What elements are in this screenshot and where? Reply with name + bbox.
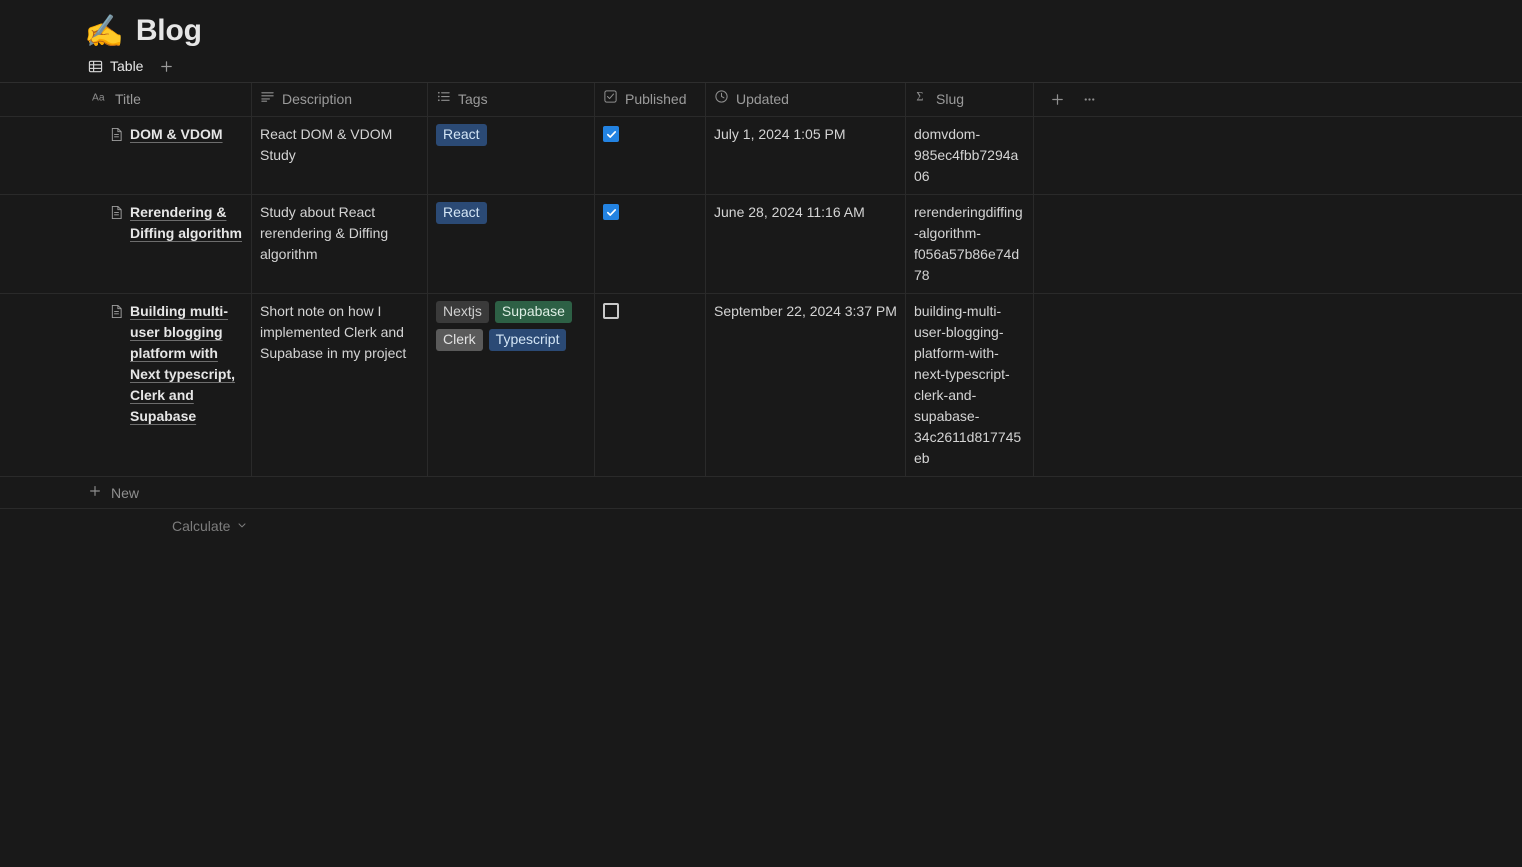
page-doc-icon <box>110 127 123 148</box>
description-text: Short note on how I implemented Clerk an… <box>260 303 407 361</box>
cell-title[interactable]: Rerendering & Diffing algorithm <box>84 195 252 293</box>
bulleted-list-icon <box>436 89 451 110</box>
page-header: ✍️ Blog <box>0 0 1522 50</box>
table-row[interactable]: DOM & VDOM React DOM & VDOM Study React … <box>0 117 1522 195</box>
new-row-button[interactable]: New <box>0 477 1522 509</box>
cell-updated[interactable]: June 28, 2024 11:16 AM <box>706 195 906 293</box>
description-text: Study about React rerendering & Diffing … <box>260 204 389 262</box>
calculate-dropdown[interactable]: Calculate <box>172 518 248 534</box>
tag-chip[interactable]: React <box>436 202 487 224</box>
slug-text: building-multi-user-blogging-platform-wi… <box>914 303 1022 466</box>
column-header-description[interactable]: Description <box>252 83 428 116</box>
column-header-title-label: Title <box>115 91 141 107</box>
notion-database-page: ✍️ Blog Table Aa Title Description Tags … <box>0 0 1522 867</box>
table-header-row: Aa Title Description Tags Published Upda… <box>0 83 1522 117</box>
published-checkbox-unchecked[interactable] <box>603 303 619 319</box>
plus-icon <box>88 484 102 501</box>
tag-chip[interactable]: Supabase <box>494 301 572 323</box>
chevron-down-icon <box>236 518 248 534</box>
tag-chip[interactable]: Nextjs <box>436 301 489 323</box>
text-lines-icon <box>260 89 275 110</box>
svg-text:Aa: Aa <box>92 93 105 104</box>
updated-text: June 28, 2024 11:16 AM <box>714 204 865 220</box>
description-text: React DOM & VDOM Study <box>260 126 393 163</box>
page-doc-icon <box>110 205 123 226</box>
row-gutter <box>0 83 84 116</box>
column-header-description-label: Description <box>282 91 353 107</box>
cell-empty-tail <box>1034 117 1522 194</box>
tab-table-label: Table <box>110 58 144 74</box>
cell-tags[interactable]: React <box>428 195 595 293</box>
row-title-link[interactable]: DOM & VDOM <box>130 124 223 145</box>
more-options-button[interactable] <box>1078 89 1100 111</box>
cell-title[interactable]: DOM & VDOM <box>84 117 252 194</box>
tab-table[interactable]: Table <box>84 55 149 77</box>
page-emoji-icon: ✍️ <box>84 13 124 49</box>
page-doc-icon <box>110 304 123 325</box>
cell-published[interactable] <box>595 294 706 476</box>
row-gutter <box>0 195 84 293</box>
column-header-published-label: Published <box>625 91 687 107</box>
cell-tags[interactable]: Nextjs Supabase Clerk Typescript <box>428 294 595 476</box>
column-header-tags-label: Tags <box>458 91 488 107</box>
cell-slug[interactable]: rerenderingdiffing-algorithm-f056a57b86e… <box>906 195 1034 293</box>
row-title-link[interactable]: Rerendering & Diffing algorithm <box>130 202 243 244</box>
clock-icon <box>714 89 729 110</box>
cell-updated[interactable]: September 22, 2024 3:37 PM <box>706 294 906 476</box>
add-property-button[interactable] <box>1046 89 1068 111</box>
cell-tags[interactable]: React <box>428 117 595 194</box>
updated-text: July 1, 2024 1:05 PM <box>714 126 846 142</box>
table-row[interactable]: Rerendering & Diffing algorithm Study ab… <box>0 195 1522 294</box>
aa-text-icon: Aa <box>92 89 108 110</box>
cell-description[interactable]: Study about React rerendering & Diffing … <box>252 195 428 293</box>
view-tab-bar: Table <box>0 50 1522 83</box>
checkbox-icon <box>603 89 618 110</box>
published-checkbox-checked[interactable] <box>603 126 619 142</box>
column-header-title[interactable]: Aa Title <box>84 83 252 116</box>
cell-description[interactable]: Short note on how I implemented Clerk an… <box>252 294 428 476</box>
svg-text:Σ: Σ <box>916 89 923 103</box>
column-header-updated[interactable]: Updated <box>706 83 906 116</box>
table-footer: Calculate <box>0 509 1522 543</box>
cell-published[interactable] <box>595 117 706 194</box>
slug-text: domvdom-985ec4fbb7294a06 <box>914 126 1019 184</box>
formula-sigma-icon: Σ <box>914 89 929 110</box>
cell-published[interactable] <box>595 195 706 293</box>
cell-slug[interactable]: building-multi-user-blogging-platform-wi… <box>906 294 1034 476</box>
column-header-published[interactable]: Published <box>595 83 706 116</box>
updated-text: September 22, 2024 3:37 PM <box>714 303 897 319</box>
tag-chip[interactable]: Typescript <box>488 329 567 351</box>
database-table: Aa Title Description Tags Published Upda… <box>0 83 1522 543</box>
column-header-slug-label: Slug <box>936 91 965 107</box>
add-view-button[interactable] <box>155 55 177 77</box>
slug-text: rerenderingdiffing-algorithm-f056a57b86e… <box>914 204 1023 283</box>
table-icon <box>88 59 103 74</box>
cell-empty-tail <box>1034 195 1522 293</box>
column-header-slug[interactable]: Σ Slug <box>906 83 1034 116</box>
table-row[interactable]: Building multi-user blogging platform wi… <box>0 294 1522 477</box>
cell-description[interactable]: React DOM & VDOM Study <box>252 117 428 194</box>
row-gutter <box>0 117 84 194</box>
table-header-actions <box>1034 83 1522 116</box>
cell-title[interactable]: Building multi-user blogging platform wi… <box>84 294 252 476</box>
page-title: Blog <box>135 14 202 47</box>
column-header-updated-label: Updated <box>736 91 789 107</box>
tag-chip[interactable]: React <box>436 124 487 146</box>
cell-updated[interactable]: July 1, 2024 1:05 PM <box>706 117 906 194</box>
published-checkbox-checked[interactable] <box>603 204 619 220</box>
column-header-tags[interactable]: Tags <box>428 83 595 116</box>
row-title-link[interactable]: Building multi-user blogging platform wi… <box>130 301 243 427</box>
calculate-label: Calculate <box>172 518 231 534</box>
new-row-label: New <box>111 484 140 501</box>
row-gutter <box>0 294 84 476</box>
cell-empty-tail <box>1034 294 1522 476</box>
cell-slug[interactable]: domvdom-985ec4fbb7294a06 <box>906 117 1034 194</box>
tag-chip[interactable]: Clerk <box>436 329 483 351</box>
